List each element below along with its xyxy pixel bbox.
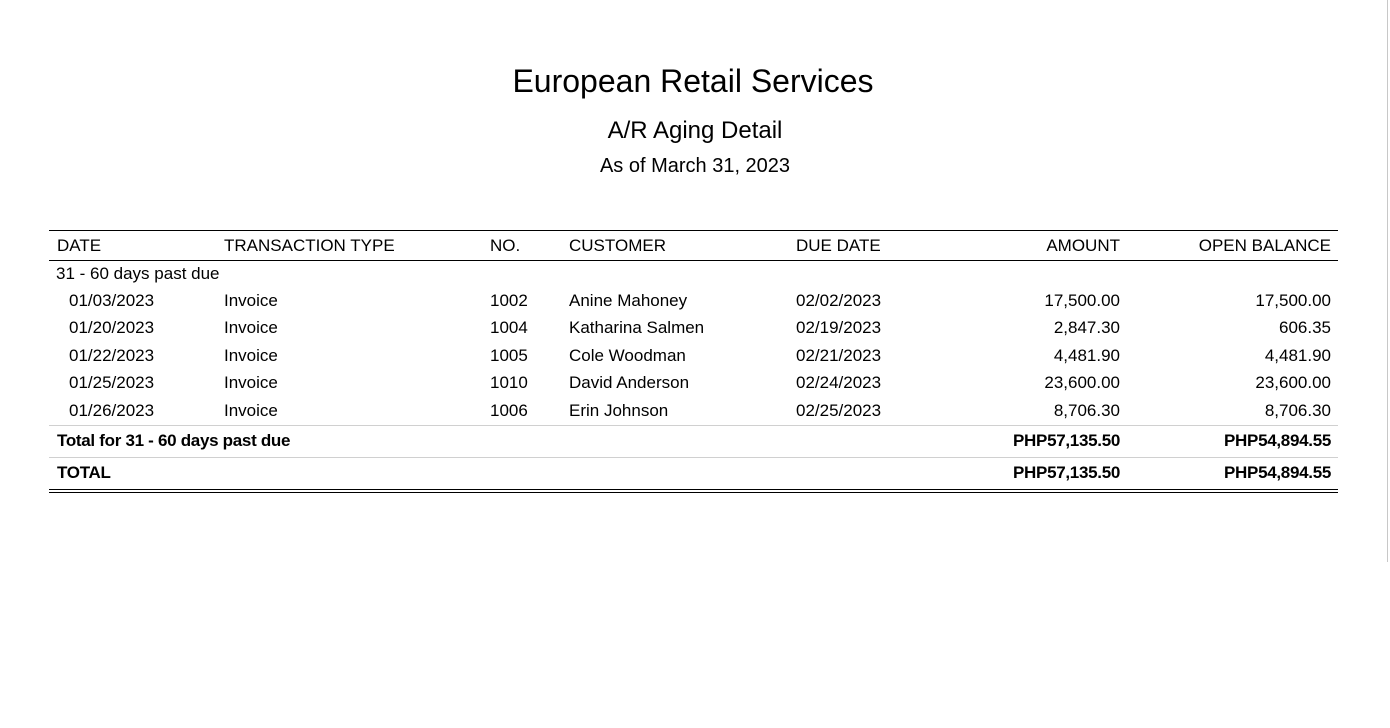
column-header-due-date[interactable]: DUE DATE	[788, 230, 945, 261]
row-open-balance: 23,600.00	[1255, 373, 1331, 393]
column-header-transaction-type[interactable]: TRANSACTION TYPE	[216, 230, 482, 261]
row-transaction-type[interactable]: Invoice	[216, 397, 482, 425]
group-total-label[interactable]: Total for 31 - 60 days past due	[49, 424, 945, 457]
grand-total-row: TOTAL PHP57,135.50 PHP54,894.55	[49, 456, 1338, 493]
row-due-date: 02/25/2023	[796, 400, 882, 420]
row-date[interactable]: 01/03/2023	[49, 287, 216, 315]
row-amount: 4,481.90	[1053, 345, 1120, 365]
row-date[interactable]: 01/22/2023	[49, 342, 216, 370]
row-due-date: 02/21/2023	[796, 345, 882, 365]
table-row: 01/03/2023 Invoice 1002 Anine Mahoney 02…	[49, 287, 1338, 315]
row-open-balance: 606.35	[1279, 318, 1331, 338]
table-row: 01/26/2023 Invoice 1006 Erin Johnson 02/…	[49, 397, 1338, 425]
row-customer[interactable]: Erin Johnson	[561, 397, 788, 425]
group-total-open-balance[interactable]: PHP54,894.55	[1127, 424, 1338, 457]
column-header-date[interactable]: DATE	[49, 230, 216, 261]
row-customer[interactable]: Anine Mahoney	[561, 287, 788, 315]
table-row: 01/25/2023 Invoice 1010 David Anderson 0…	[49, 370, 1338, 398]
column-header-open-balance[interactable]: OPEN BALANCE	[1127, 230, 1338, 261]
row-transaction-type[interactable]: Invoice	[216, 315, 482, 343]
row-number[interactable]: 1006	[482, 397, 561, 425]
row-transaction-type[interactable]: Invoice	[216, 287, 482, 315]
report-title: A/R Aging Detail	[607, 117, 783, 144]
row-number[interactable]: 1010	[482, 370, 561, 398]
row-transaction-type[interactable]: Invoice	[216, 342, 482, 370]
row-open-balance: 8,706.30	[1264, 400, 1331, 420]
group-total-row: Total for 31 - 60 days past due PHP57,13…	[49, 424, 1338, 457]
row-date[interactable]: 01/26/2023	[49, 397, 216, 425]
row-amount: 23,600.00	[1044, 373, 1120, 393]
column-header-no[interactable]: NO.	[482, 230, 561, 261]
report-date: As of March 31, 2023	[599, 155, 791, 177]
row-number[interactable]: 1004	[482, 315, 561, 343]
grand-total-amount[interactable]: PHP57,135.50	[945, 456, 1127, 493]
row-due-date: 02/02/2023	[796, 290, 882, 310]
row-date[interactable]: 01/20/2023	[49, 315, 216, 343]
row-amount: 2,847.30	[1053, 318, 1120, 338]
column-header-customer[interactable]: CUSTOMER	[561, 230, 788, 261]
row-due-date: 02/19/2023	[796, 318, 882, 338]
row-customer[interactable]: David Anderson	[561, 370, 788, 398]
row-due-date: 02/24/2023	[796, 373, 882, 393]
column-header-row: DATE TRANSACTION TYPE NO. CUSTOMER DUE D…	[49, 230, 1338, 261]
row-open-balance: 17,500.00	[1255, 290, 1331, 310]
row-number[interactable]: 1005	[482, 342, 561, 370]
company-name: European Retail Services	[512, 63, 874, 99]
table-row: 01/20/2023 Invoice 1004 Katharina Salmen…	[49, 315, 1338, 343]
grand-total-open-balance[interactable]: PHP54,894.55	[1127, 456, 1338, 493]
column-header-amount[interactable]: AMOUNT	[945, 230, 1127, 261]
row-transaction-type[interactable]: Invoice	[216, 370, 482, 398]
table-row: 01/22/2023 Invoice 1005 Cole Woodman 02/…	[49, 342, 1338, 370]
row-amount: 8,706.30	[1053, 400, 1120, 420]
aging-detail-table: DATE TRANSACTION TYPE NO. CUSTOMER DUE D…	[49, 230, 1338, 493]
group-header-row: 31 - 60 days past due	[49, 261, 1338, 288]
row-customer[interactable]: Katharina Salmen	[561, 315, 788, 343]
grand-total-label[interactable]: TOTAL	[49, 456, 945, 493]
row-amount: 17,500.00	[1044, 290, 1120, 310]
row-customer[interactable]: Cole Woodman	[561, 342, 788, 370]
row-open-balance: 4,481.90	[1264, 345, 1331, 365]
group-total-amount[interactable]: PHP57,135.50	[945, 424, 1127, 457]
row-date[interactable]: 01/25/2023	[49, 370, 216, 398]
row-number[interactable]: 1002	[482, 287, 561, 315]
group-label[interactable]: 31 - 60 days past due	[49, 261, 1338, 288]
